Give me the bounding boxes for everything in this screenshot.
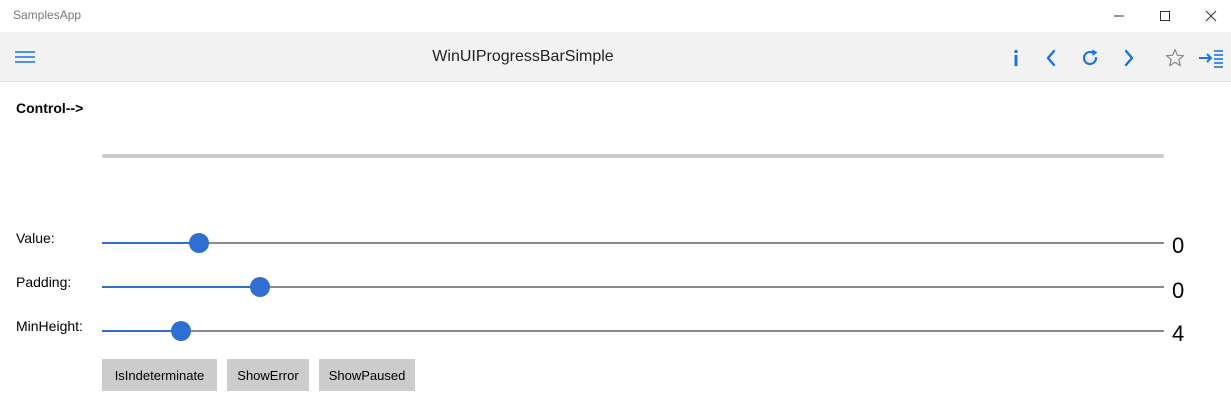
padding-label: Padding: <box>16 274 72 290</box>
slider-rail <box>102 242 1164 244</box>
padding-readout: 0 <box>1172 278 1185 303</box>
value-slider[interactable] <box>102 231 1164 255</box>
page-title: WinUIProgressBarSimple <box>432 48 614 65</box>
forward-button[interactable] <box>1114 44 1144 72</box>
progress-bar <box>102 154 1164 158</box>
refresh-button[interactable] <box>1075 44 1105 72</box>
minimize-button[interactable] <box>1096 0 1142 32</box>
show-paused-button[interactable]: ShowPaused <box>319 359 415 391</box>
slider-thumb[interactable] <box>250 277 271 297</box>
minheight-label: MinHeight: <box>16 318 83 334</box>
slider-rail <box>102 330 1164 332</box>
is-indeterminate-button[interactable]: IsIndeterminate <box>102 359 217 391</box>
maximize-button[interactable] <box>1142 0 1188 32</box>
refresh-icon <box>1082 49 1098 66</box>
maximize-icon <box>1160 11 1170 21</box>
close-button[interactable] <box>1188 0 1231 32</box>
value-readout: 0 <box>1172 233 1185 258</box>
control-label: Control--> <box>16 100 84 116</box>
slider-fill <box>102 242 199 244</box>
info-icon <box>1014 50 1018 66</box>
show-error-button[interactable]: ShowError <box>227 359 309 391</box>
minimize-icon <box>1114 15 1124 17</box>
slider-thumb[interactable] <box>188 233 209 253</box>
slider-fill <box>102 286 261 288</box>
pin-button[interactable] <box>1196 44 1226 72</box>
favorite-button[interactable] <box>1160 44 1190 72</box>
title-bar: SamplesApp <box>0 0 1231 32</box>
star-outline-icon <box>1165 48 1185 67</box>
slider-thumb[interactable] <box>170 321 191 341</box>
arrow-to-list-icon <box>1199 50 1223 68</box>
value-label: Value: <box>16 230 55 246</box>
back-button[interactable] <box>1036 44 1066 72</box>
chevron-right-icon <box>1124 49 1134 67</box>
info-button[interactable] <box>1001 44 1031 72</box>
chevron-left-icon <box>1046 49 1056 67</box>
close-icon <box>1205 10 1217 22</box>
minheight-slider[interactable] <box>102 319 1164 343</box>
slider-fill <box>102 330 181 332</box>
minheight-readout: 4 <box>1172 321 1185 346</box>
app-title: SamplesApp <box>13 8 82 22</box>
padding-slider[interactable] <box>102 275 1164 299</box>
header-bar: WinUIProgressBarSimple <box>0 32 1231 82</box>
